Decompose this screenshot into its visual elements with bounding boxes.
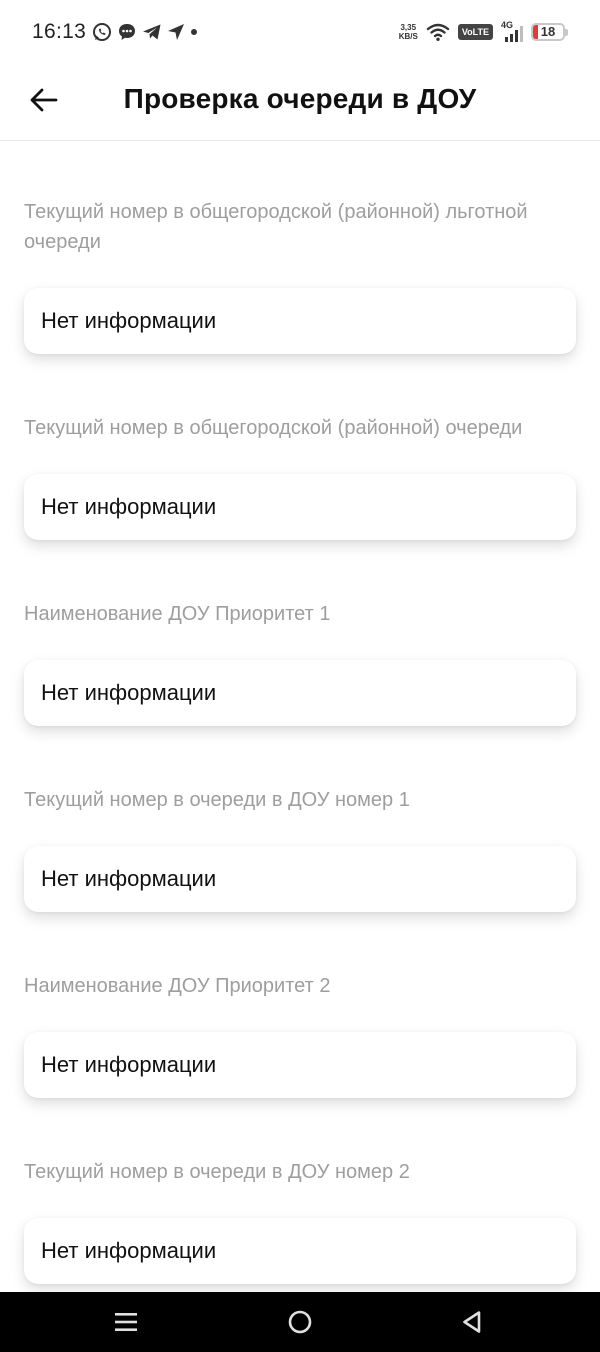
home-circle-icon [288, 1310, 312, 1334]
chat-bubble-icon [119, 24, 135, 40]
field-label: Наименование ДОУ Приоритет 2 [24, 975, 331, 997]
page-title: Проверка очереди в ДОУ [123, 83, 477, 114]
field-label: Текущий номер в очереди в ДОУ номер 1 [24, 789, 410, 811]
back-triangle-icon [463, 1311, 481, 1333]
battery-tip [565, 28, 568, 36]
location-arrow-icon [168, 24, 184, 40]
speed-value: 3,35 [400, 23, 417, 32]
status-time: 16:13 [32, 20, 87, 43]
cell-signal: 4G [501, 20, 523, 43]
menu-icon [115, 1313, 137, 1331]
status-bar: 16:13 3,35 KB/S VoLTE 4G 18 [0, 0, 600, 64]
field-value: Нет информации [24, 660, 576, 726]
signal-bars-icon [505, 26, 523, 42]
field-value: Нет информации [24, 1218, 576, 1284]
field-label: Наименование ДОУ Приоритет 1 [24, 603, 331, 625]
queue-info-list[interactable]: Текущий номер в общегородской (районной)… [0, 141, 600, 1292]
battery-fill [533, 25, 539, 39]
wifi-icon [426, 23, 450, 41]
nav-back-button[interactable] [452, 1302, 492, 1342]
battery-icon: 18 [531, 23, 565, 41]
notification-dot-icon [191, 29, 197, 35]
network-speed: 3,35 KB/S [399, 23, 418, 41]
field-value: Нет информации [24, 288, 576, 354]
app-header: Проверка очереди в ДОУ [0, 64, 600, 141]
nav-menu-button[interactable] [106, 1302, 146, 1342]
field-label: Текущий номер в общегородской (районной)… [24, 417, 523, 439]
notification-icons [92, 21, 198, 43]
field-value: Нет информации [24, 846, 576, 912]
speed-unit: KB/S [398, 32, 418, 41]
field-label: Текущий номер в очереди в ДОУ номер 2 [24, 1161, 410, 1183]
nav-home-button[interactable] [280, 1302, 320, 1342]
system-nav-bar [0, 1292, 600, 1352]
battery-level: 18 [540, 24, 556, 39]
battery-indicator: 18 [531, 23, 568, 41]
status-right-icons: 3,35 KB/S VoLTE 4G 18 [399, 20, 568, 44]
telegram-icon [143, 24, 161, 40]
field-label: Текущий номер в общегородской (районной)… [24, 201, 528, 253]
field-value: Нет информации [24, 474, 576, 540]
whatsapp-icon [93, 23, 111, 41]
field-value: Нет информации [24, 1032, 576, 1098]
volte-badge: VoLTE [457, 24, 493, 40]
